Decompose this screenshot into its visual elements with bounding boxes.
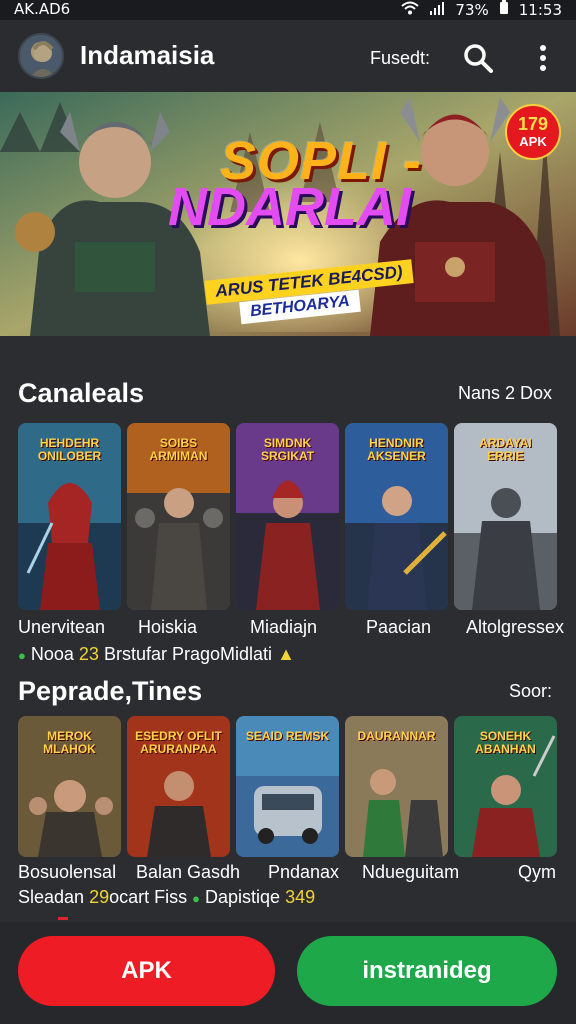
game-name[interactable]: Pndanax xyxy=(252,862,358,883)
game-card[interactable]: HEHDEHR ONILOBER xyxy=(18,423,121,610)
section-link-soor[interactable]: Soor: xyxy=(509,681,552,702)
meta-count: 349 xyxy=(285,887,316,907)
game-card-logo: SONEHK ABANHAN xyxy=(475,729,536,756)
filter-button[interactable]: Fusedt: xyxy=(370,48,430,69)
game-card[interactable]: SIMDNK SRGIKAT xyxy=(236,423,339,610)
game-name[interactable]: Paacian xyxy=(348,617,458,638)
game-card[interactable]: DAURANNAR xyxy=(345,716,448,857)
game-card[interactable]: ESEDRY OFLIT ARURANPAA xyxy=(127,716,230,857)
online-dot-icon: ● xyxy=(18,648,26,663)
meta-count: 29 xyxy=(89,887,110,907)
carrier-label: AK.AD6 xyxy=(14,0,71,18)
avatar[interactable] xyxy=(18,33,64,79)
game-card-logo: SOIBS ARMIMAN xyxy=(149,436,208,463)
meta-count: 23 xyxy=(78,644,99,664)
game-name-row-1: Unervitean Hoiskia Miadiajn Paacian Alto… xyxy=(18,617,576,638)
apk-badge: 179 APK xyxy=(505,104,561,160)
game-card[interactable]: HENDNIR AKSENER xyxy=(345,423,448,610)
game-meta-row-2: Sleadan 29ocart Fiss ● Dapistiqe 349 xyxy=(18,887,315,908)
game-card-logo: HENDNIR AKSENER xyxy=(367,436,426,463)
meta-text: ocart Fiss xyxy=(109,887,188,907)
game-card-row-2: MEROK MLAHOK ESEDRY OFLIT ARURANPAA SEAI… xyxy=(18,716,560,857)
app-title: Indamaisia xyxy=(80,40,215,70)
game-card[interactable]: MEROK MLAHOK xyxy=(18,716,121,857)
apk-button[interactable]: APK xyxy=(18,936,275,1006)
clock: 11:53 xyxy=(518,0,562,19)
install-button[interactable]: instranideg xyxy=(297,936,557,1006)
game-card-logo: MEROK MLAHOK xyxy=(43,729,96,756)
wifi-icon xyxy=(401,1,420,19)
search-icon[interactable] xyxy=(462,42,494,74)
badge-label: APK xyxy=(519,134,547,149)
banner-headline-line2: NDARLAI xyxy=(168,177,411,237)
game-name[interactable]: Bosuolensal xyxy=(18,862,128,883)
game-card-logo: ESEDRY OFLIT ARURANPAA xyxy=(135,729,222,756)
hero-banner[interactable]: SOPLI - NDARLAI ARUS TETEK BE4CSD) BETHO… xyxy=(0,92,576,336)
game-card-logo: DAURANNAR xyxy=(357,729,436,743)
scroll-indicator xyxy=(58,917,68,920)
meta-text: Nooa xyxy=(30,644,74,664)
section-title-canaleals: Canaleals xyxy=(18,378,145,408)
game-name[interactable]: Miadiajn xyxy=(238,617,348,638)
meta-text: Sleadan xyxy=(18,887,85,907)
game-name-row-2: Bosuolensal Balan Gasdh Pndanax Ndueguit… xyxy=(18,862,576,883)
app-bar: Indamaisia Fusedt: xyxy=(0,20,576,92)
game-name[interactable]: Balan Gasdh xyxy=(128,862,252,883)
bottom-action-bar: APK instranideg xyxy=(0,922,576,1024)
battery-icon xyxy=(499,0,509,19)
online-dot-icon: ● xyxy=(192,891,200,906)
game-name[interactable]: Altolgressex xyxy=(458,617,568,638)
game-card-logo: ARDAYAI ERRIE xyxy=(479,436,532,463)
game-card[interactable]: SEAID REMSK xyxy=(236,716,339,857)
game-card[interactable]: ARDAYAI ERRIE xyxy=(454,423,557,610)
game-card-logo: SEAID REMSK xyxy=(245,729,330,743)
battery-level: 73% xyxy=(455,0,489,19)
badge-number: 179 xyxy=(517,114,549,134)
meta-text: Brstufar PragoMidlati xyxy=(103,644,273,664)
game-name[interactable]: Ndueguitam xyxy=(358,862,518,883)
game-card-logo: SIMDNK SRGIKAT xyxy=(260,436,315,463)
status-bar: AK.AD6 73% 11:53 xyxy=(0,0,576,20)
meta-text: Dapistiqe xyxy=(205,887,281,907)
game-card[interactable]: SOIBS ARMIMAN xyxy=(127,423,230,610)
game-card-row-1: HEHDEHR ONILOBER SOIBS ARMIMAN SIMDNK SR… xyxy=(18,423,560,610)
game-name[interactable]: Hoiskia xyxy=(128,617,238,638)
more-vert-icon[interactable] xyxy=(530,42,556,74)
game-name[interactable]: Qym xyxy=(518,862,568,883)
game-card[interactable]: SONEHK ABANHAN xyxy=(454,716,557,857)
section-title-peprade-tines: Peprade,Tines xyxy=(18,676,203,706)
game-name[interactable]: Unervitean xyxy=(18,617,128,638)
game-card-logo: HEHDEHR ONILOBER xyxy=(37,436,102,463)
game-meta-row-1: ● Nooa 23 Brstufar PragoMidlati ▲ xyxy=(18,644,295,665)
section-link-more[interactable]: Nans 2 Dox xyxy=(458,383,552,404)
thumbs-up-icon: ▲ xyxy=(277,644,295,664)
signal-icon xyxy=(429,1,445,19)
